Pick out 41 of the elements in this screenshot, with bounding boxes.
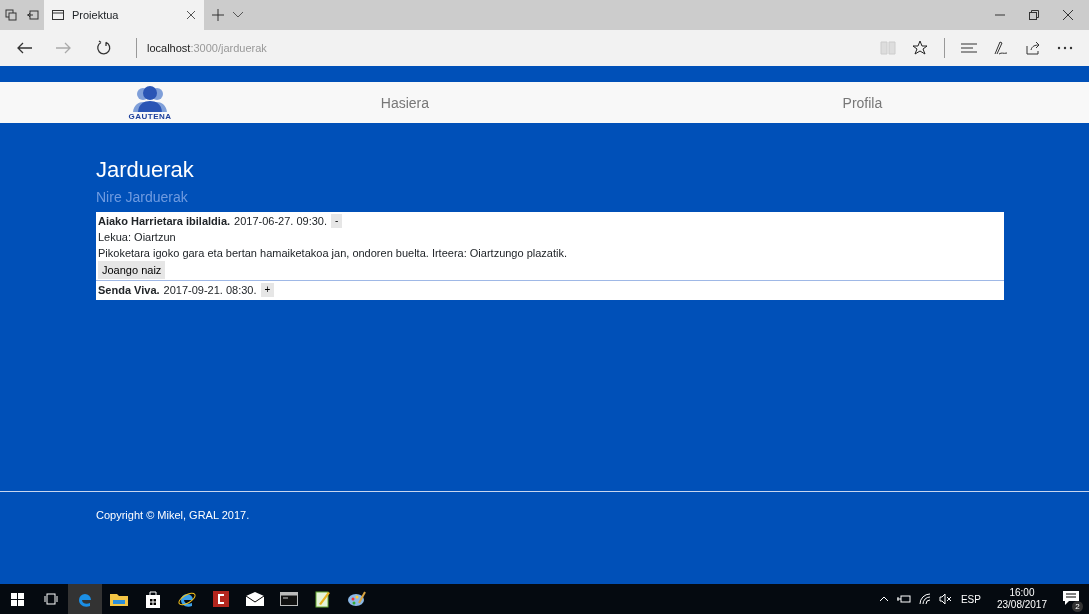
- edge-browser-icon[interactable]: [68, 584, 102, 614]
- people-icon: [131, 84, 169, 112]
- new-tab-icon[interactable]: [212, 9, 224, 21]
- page-icon: [52, 10, 64, 20]
- join-button[interactable]: Joango naiz: [98, 261, 166, 280]
- pen-icon[interactable]: [993, 40, 1009, 56]
- browser-tab[interactable]: Proiektua: [44, 0, 204, 30]
- page-title: Jarduerak: [96, 157, 195, 184]
- clock[interactable]: 16:00 23/08/2017: [996, 587, 1047, 611]
- activity-datetime: 2017-09-21. 08:30.: [163, 283, 257, 299]
- activity-title: Aiako Harrietara ibilaldia.: [98, 214, 231, 230]
- close-icon[interactable]: [1063, 10, 1073, 20]
- language-indicator[interactable]: ESP: [960, 591, 981, 607]
- nav-link[interactable]: Profila: [842, 94, 883, 111]
- chevron-down-icon[interactable]: [232, 11, 244, 19]
- close-icon[interactable]: [186, 10, 196, 20]
- toggle-button[interactable]: +: [260, 283, 275, 298]
- logo[interactable]: GAUTENA: [126, 84, 174, 121]
- back-icon[interactable]: [16, 41, 32, 55]
- more-icon[interactable]: [1057, 46, 1073, 50]
- tab-title: Proiektua: [72, 7, 120, 23]
- menu-icon[interactable]: [961, 42, 977, 54]
- refresh-icon[interactable]: [96, 40, 112, 56]
- restore-icon[interactable]: [1029, 10, 1039, 20]
- battery-plug-icon[interactable]: [896, 594, 911, 604]
- page-subtitle: Nire Jarduerak: [96, 188, 189, 208]
- wifi-icon[interactable]: [918, 593, 931, 605]
- star-icon[interactable]: [912, 40, 928, 56]
- notification-count: 2: [1072, 601, 1083, 612]
- toggle-button[interactable]: -: [331, 214, 343, 229]
- nav-link[interactable]: Hasiera: [380, 94, 429, 111]
- share-icon[interactable]: [1025, 40, 1041, 56]
- activity-location: Lekua: Oiartzun: [98, 230, 177, 246]
- url-field[interactable]: localhost:3000/jarduerak: [147, 39, 267, 57]
- activity-datetime: 2017-06-27. 09:30.: [234, 214, 328, 230]
- notification-icon[interactable]: [1063, 590, 1081, 608]
- chevron-up-icon[interactable]: [878, 596, 889, 602]
- activity-description: Pikoketara igoko gara eta bertan hamaiketakoa jan, ondoren buelta. Irteera: Oiartzungo plazatik.: [98, 246, 568, 262]
- activity-title: Senda Viva.: [98, 283, 160, 299]
- copyright-text: Copyright © Mikel, GRAL 2017.: [96, 509, 250, 521]
- speaker-muted-icon[interactable]: [938, 593, 953, 605]
